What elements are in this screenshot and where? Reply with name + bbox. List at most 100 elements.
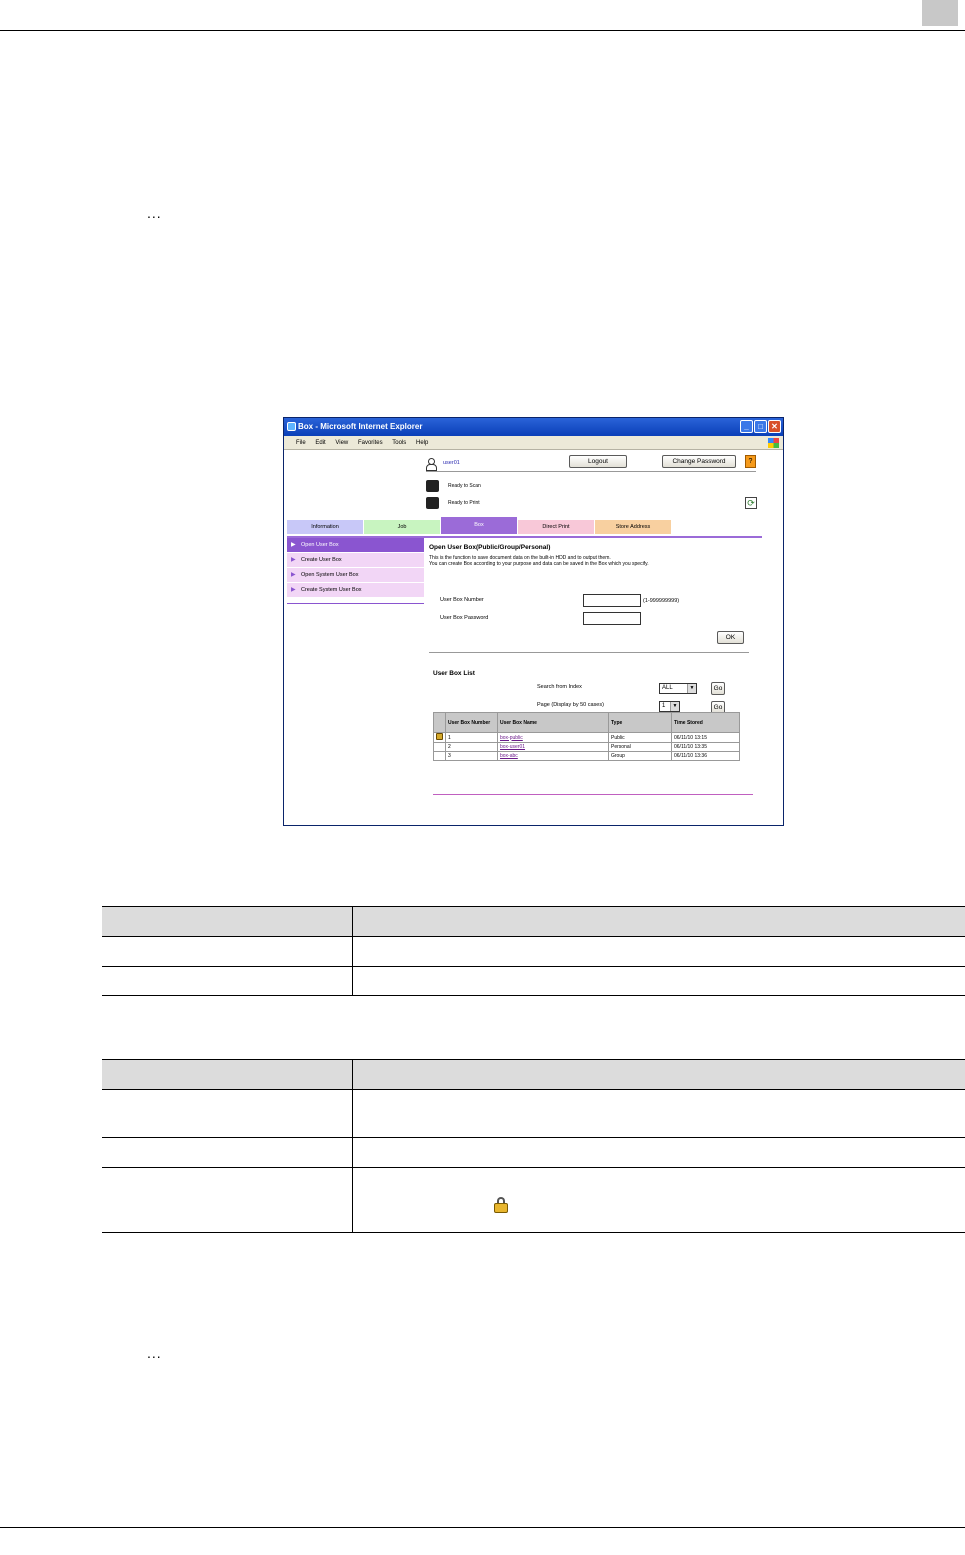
desc-line-2: You can create Box according to your pur… <box>429 561 649 567</box>
box-name-link[interactable]: box-public <box>500 735 523 741</box>
table-row: 3 box-abc Group 06/11/10 13:36 <box>433 751 740 761</box>
doc-cell <box>352 1137 965 1168</box>
doc-table-1 <box>102 906 965 996</box>
tab-information[interactable]: Information <box>287 520 363 534</box>
side-menu: ▶ Open User Box ▶ Create User Box ▶ Open Sy… <box>287 538 424 598</box>
side-item-label: Create System User Box <box>301 587 362 593</box>
search-go-button[interactable]: Go <box>711 682 725 695</box>
help-button[interactable]: ? <box>745 455 756 468</box>
main-panel: Open User Box(Public/Group/Personal) Thi… <box>429 544 754 567</box>
note-ellipsis: ... <box>147 205 162 221</box>
scanner-icon <box>426 480 439 492</box>
user-box-table: User Box Number User Box Name Type Time … <box>433 712 740 761</box>
doc-cell <box>352 1167 965 1233</box>
doc-table-header <box>102 906 965 937</box>
lock-col-header <box>433 712 446 733</box>
arrow-icon: ▶ <box>291 557 296 563</box>
menu-bar: File Edit View Favorites Tools Help <box>284 436 783 450</box>
browser-window: Box - Microsoft Internet Explorer _ □ ✕ … <box>283 417 784 826</box>
user-row-rule <box>426 471 756 472</box>
menu-help[interactable]: Help <box>416 436 428 450</box>
side-item-label: Open User Box <box>301 542 339 548</box>
page-value: 1 <box>662 703 666 709</box>
cell-number: 3 <box>445 751 498 761</box>
refresh-icon[interactable]: ⟳ <box>745 497 757 509</box>
lock-cell <box>433 751 446 761</box>
page-select[interactable]: 1 ▼ <box>659 701 680 712</box>
table-row: 2 box-user01 Personal 06/11/10 13:35 <box>433 742 740 752</box>
doc-cell <box>352 966 965 996</box>
tab-store-address[interactable]: Store Address <box>595 520 671 534</box>
arrow-icon: ▶ <box>291 572 296 578</box>
ie-icon <box>287 422 296 431</box>
doc-header-cell <box>102 1059 353 1090</box>
user-name: user01 <box>443 460 460 466</box>
open-box-heading: Open User Box(Public/Group/Personal) <box>429 544 551 551</box>
search-index-select[interactable]: ALL ▼ <box>659 683 697 694</box>
box-name-link[interactable]: box-user01 <box>500 744 525 750</box>
box-list-heading: User Box List <box>433 670 475 677</box>
lock-icon <box>493 1197 509 1213</box>
browser-title-bar: Box - Microsoft Internet Explorer _ □ ✕ <box>284 418 783 436</box>
box-password-input[interactable] <box>583 612 641 625</box>
change-password-button[interactable]: Change Password <box>662 455 736 468</box>
cell-time: 06/11/10 13:35 <box>671 742 740 752</box>
print-status-text: Ready to Print <box>448 500 480 506</box>
search-index-label: Search from Index <box>537 684 582 690</box>
lock-icon <box>436 733 443 740</box>
minimize-button[interactable]: _ <box>740 420 753 433</box>
menu-file[interactable]: File <box>296 436 306 450</box>
menu-favorites[interactable]: Favorites <box>358 436 383 450</box>
doc-table-row <box>102 966 965 996</box>
menu-tools[interactable]: Tools <box>392 436 406 450</box>
tab-direct-print[interactable]: Direct Print <box>518 520 594 534</box>
tab-job[interactable]: Job <box>364 520 440 534</box>
doc-table-row <box>102 936 965 967</box>
side-item-open-system-user-box[interactable]: ▶ Open System User Box <box>287 568 424 582</box>
maximize-button[interactable]: □ <box>754 420 767 433</box>
note-ellipsis: ... <box>147 1345 162 1361</box>
cell-time: 06/11/10 13:15 <box>671 732 740 743</box>
box-number-range: (1-999999999) <box>643 598 680 604</box>
doc-cell <box>102 1167 353 1233</box>
tab-box[interactable]: Box <box>441 517 517 534</box>
browser-title: Box - Microsoft Internet Explorer <box>298 422 423 431</box>
doc-cell <box>102 1089 353 1138</box>
cell-name: box-user01 <box>497 742 609 752</box>
side-item-create-user-box[interactable]: ▶ Create User Box <box>287 553 424 567</box>
box-name-link[interactable]: box-abc <box>500 753 518 759</box>
ok-button[interactable]: OK <box>717 631 744 644</box>
side-item-open-user-box[interactable]: ▶ Open User Box <box>287 538 424 552</box>
header-rule <box>0 30 965 31</box>
scan-status-text: Ready to Scan <box>448 483 481 489</box>
col-header-number: User Box Number <box>445 712 498 733</box>
section-rule <box>429 652 749 653</box>
doc-table-row <box>102 1167 965 1233</box>
side-item-create-system-user-box[interactable]: ▶ Create System User Box <box>287 583 424 597</box>
open-box-description: This is the function to save document da… <box>429 555 754 567</box>
side-item-label: Create User Box <box>301 557 342 563</box>
logout-button[interactable]: Logout <box>569 455 627 468</box>
col-header-name: User Box Name <box>497 712 609 733</box>
cell-type: Group <box>608 751 672 761</box>
menu-edit[interactable]: Edit <box>315 436 325 450</box>
arrow-icon: ▶ <box>291 542 296 548</box>
close-button[interactable]: ✕ <box>768 420 781 433</box>
cell-number: 1 <box>445 732 498 743</box>
page-number-box <box>922 0 958 26</box>
footer-page-rule <box>0 1527 965 1528</box>
menu-view[interactable]: View <box>335 436 348 450</box>
doc-cell <box>102 966 353 996</box>
web-content: user01 Logout Change Password ? Ready to… <box>284 451 783 825</box>
lock-cell <box>433 732 446 743</box>
cell-type: Personal <box>608 742 672 752</box>
user-icon <box>426 458 437 471</box>
doc-table-header <box>102 1059 965 1090</box>
doc-table-row <box>102 1089 965 1138</box>
search-index-value: ALL <box>662 685 673 691</box>
table-header-row: User Box Number User Box Name Type Time … <box>433 712 740 733</box>
box-number-input[interactable] <box>583 594 641 607</box>
col-header-time: Time Stored <box>671 712 740 733</box>
printer-icon <box>426 497 439 509</box>
doc-table-row <box>102 1137 965 1168</box>
